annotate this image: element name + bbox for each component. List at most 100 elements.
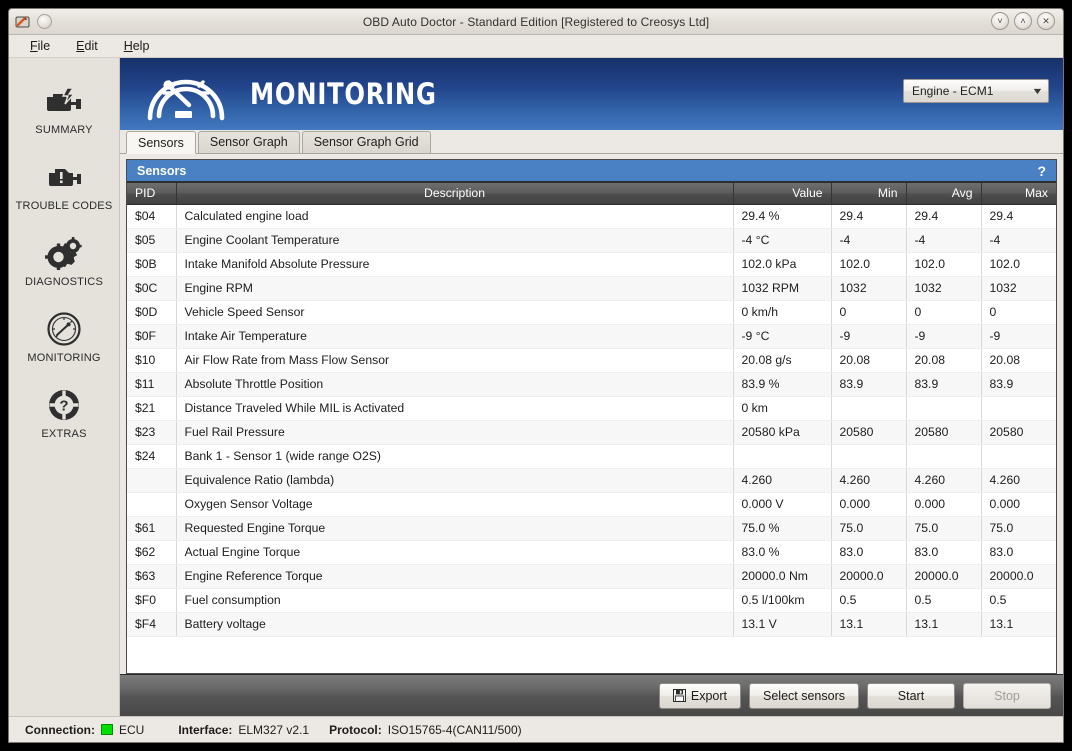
start-button[interactable]: Start <box>867 682 955 709</box>
sensors-table-head: PID Description Value Min Avg Max <box>127 183 1056 205</box>
page-title: MONITORING <box>250 77 437 111</box>
engine-wrench-icon <box>42 82 86 120</box>
table-row[interactable]: $0B Intake Manifold Absolute Pressure 102.… <box>127 252 1056 277</box>
cell-desc: Fuel Rail Pressure <box>175 420 733 445</box>
cell-desc: Engine RPM <box>175 276 733 301</box>
tab-sensor-graph[interactable]: Sensor Graph <box>197 131 300 153</box>
table-row[interactable]: $F4 Battery voltage 13.1 V 13.1 13.1 13.1 <box>127 612 1056 637</box>
table-row[interactable]: $0F Intake Air Temperature -9 °C -9 -9 -9 <box>127 324 1056 349</box>
cell-avg <box>905 396 981 421</box>
close-icon[interactable]: ✕ <box>1037 12 1055 30</box>
stop-button: Stop <box>963 682 1051 709</box>
cell-desc: Bank 1 - Sensor 1 (wide range O2S) <box>175 444 733 469</box>
cell-pid: $F4 <box>127 612 176 637</box>
cell-avg: -9 <box>905 324 981 349</box>
cell-desc: Battery voltage <box>175 612 733 637</box>
table-row[interactable]: $0D Vehicle Speed Sensor 0 km/h 0 0 0 <box>127 300 1056 325</box>
table-row[interactable]: $62 Actual Engine Torque 83.0 % 83.0 83.0 83.… <box>127 540 1056 565</box>
cell-max: 1032 <box>980 276 1056 301</box>
cell-avg: 20.08 <box>905 348 981 373</box>
table-row[interactable]: $05 Engine Coolant Temperature -4 °C -4 -4 -4 <box>127 228 1056 253</box>
window-controls: ˅ ˄ ✕ <box>991 12 1055 30</box>
connection-value: ECU <box>119 722 145 737</box>
cell-max: 0.5 <box>980 588 1056 613</box>
title-bar: OBD Auto Doctor - Standard Edition [Regi… <box>9 9 1063 35</box>
cell-min: 20000.0 <box>830 564 906 589</box>
cell-value: 75.0 % <box>732 516 831 541</box>
column-header-value[interactable]: Value <box>733 183 832 205</box>
sensors-table-body: $04 Calculated engine load 29.4 % 29.4 29.4 2… <box>127 204 1056 637</box>
cell-max: 4.260 <box>980 468 1056 493</box>
table-row[interactable]: Equivalence Ratio (lambda) 4.260 4.260 4.26… <box>127 468 1056 493</box>
cell-pid: $0C <box>127 276 176 301</box>
table-row[interactable]: $11 Absolute Throttle Position 83.9 % 83.9 8… <box>127 372 1056 397</box>
cell-min: 29.4 <box>830 204 906 229</box>
table-row[interactable]: $10 Air Flow Rate from Mass Flow Sensor 20… <box>127 348 1056 373</box>
cell-pid <box>127 468 176 493</box>
cell-min: 20.08 <box>830 348 906 373</box>
sidebar-item-monitoring-label: MONITORING <box>27 352 101 364</box>
cell-min: 0.000 <box>830 492 906 517</box>
menu-edit[interactable]: Edit <box>73 38 101 54</box>
cell-avg: 29.4 <box>905 204 981 229</box>
menu-bar: File Edit Help <box>9 35 1063 58</box>
select-sensors-button[interactable]: Select sensors <box>749 682 859 709</box>
cell-value: 0.5 l/100km <box>732 588 831 613</box>
table-row[interactable]: $0C Engine RPM 1032 RPM 1032 1032 1032 <box>127 276 1056 301</box>
sensors-table-scroll[interactable]: PID Description Value Min Avg Max $04 Cal… <box>127 182 1056 673</box>
table-row[interactable]: Oxygen Sensor Voltage 0.000 V 0.000 0.000 0.… <box>127 492 1056 517</box>
cell-max: -9 <box>980 324 1056 349</box>
sidebar-item-extras-label: EXTRAS <box>41 428 87 440</box>
help-icon[interactable]: ? <box>1037 163 1048 179</box>
table-row[interactable]: $61 Requested Engine Torque 75.0 % 75.0 75.0… <box>127 516 1056 541</box>
column-header-pid[interactable]: PID <box>127 183 177 205</box>
cell-desc: Engine Reference Torque <box>175 564 733 589</box>
cell-min: 1032 <box>830 276 906 301</box>
column-header-avg[interactable]: Avg <box>906 183 982 205</box>
cell-desc: Intake Air Temperature <box>175 324 733 349</box>
table-row[interactable]: $F0 Fuel consumption 0.5 l/100km 0.5 0.5 0.5 <box>127 588 1056 613</box>
sidebar-item-trouble-codes[interactable]: TROUBLE CODES <box>9 148 119 224</box>
table-row[interactable]: $63 Engine Reference Torque 20000.0 Nm 2000… <box>127 564 1056 589</box>
tab-sensor-graph-grid[interactable]: Sensor Graph Grid <box>301 131 431 153</box>
menu-help[interactable]: Help <box>121 38 153 54</box>
table-row[interactable]: $21 Distance Traveled While MIL is Activa… <box>127 396 1056 421</box>
table-row[interactable]: $23 Fuel Rail Pressure 20580 kPa 20580 20580… <box>127 420 1056 445</box>
engine-warning-icon <box>42 158 86 196</box>
cell-desc: Requested Engine Torque <box>175 516 733 541</box>
minimize-icon[interactable]: ˅ <box>991 12 1009 30</box>
tab-sensors[interactable]: Sensors <box>126 131 196 154</box>
column-header-description[interactable]: Description <box>176 183 734 205</box>
maximize-icon[interactable]: ˄ <box>1014 12 1032 30</box>
cell-max: 0.000 <box>980 492 1056 517</box>
cell-desc: Air Flow Rate from Mass Flow Sensor <box>175 348 733 373</box>
cell-value <box>732 444 831 469</box>
column-header-max[interactable]: Max <box>981 183 1056 205</box>
cell-avg: 1032 <box>905 276 981 301</box>
panel-wrapper: Sensors ? PID Description Value Min Avg … <box>120 154 1063 674</box>
table-row[interactable]: $24 Bank 1 - Sensor 1 (wide range O2S) <box>127 444 1056 469</box>
menu-file[interactable]: File <box>27 38 53 54</box>
menu-edit-mnemonic: E <box>76 39 85 53</box>
cell-desc: Actual Engine Torque <box>175 540 733 565</box>
gears-icon <box>42 234 86 272</box>
sidebar-item-diagnostics[interactable]: DIAGNOSTICS <box>9 224 119 300</box>
table-row[interactable]: $04 Calculated engine load 29.4 % 29.4 29.4 2… <box>127 204 1056 229</box>
cell-max: 20000.0 <box>980 564 1056 589</box>
cell-pid: $04 <box>127 204 176 229</box>
cell-avg: 0.5 <box>905 588 981 613</box>
cell-max: 13.1 <box>980 612 1056 637</box>
export-button[interactable]: Export <box>658 682 742 709</box>
protocol-label: Protocol: <box>329 722 382 737</box>
cell-pid: $05 <box>127 228 176 253</box>
ecu-select-dropdown[interactable]: Engine - ECM1 ▼ <box>903 79 1049 103</box>
window-menu-button[interactable] <box>37 14 52 29</box>
chevron-down-icon: ▼ <box>1031 86 1044 96</box>
cell-avg: 83.9 <box>905 372 981 397</box>
sidebar-item-extras[interactable]: ? EXTRAS <box>9 376 119 452</box>
svg-text:?: ? <box>59 398 68 415</box>
cell-pid: $0B <box>127 252 176 277</box>
sidebar-item-monitoring[interactable]: MONITORING <box>9 300 119 376</box>
column-header-min[interactable]: Min <box>831 183 907 205</box>
sidebar-item-summary[interactable]: SUMMARY <box>9 72 119 148</box>
